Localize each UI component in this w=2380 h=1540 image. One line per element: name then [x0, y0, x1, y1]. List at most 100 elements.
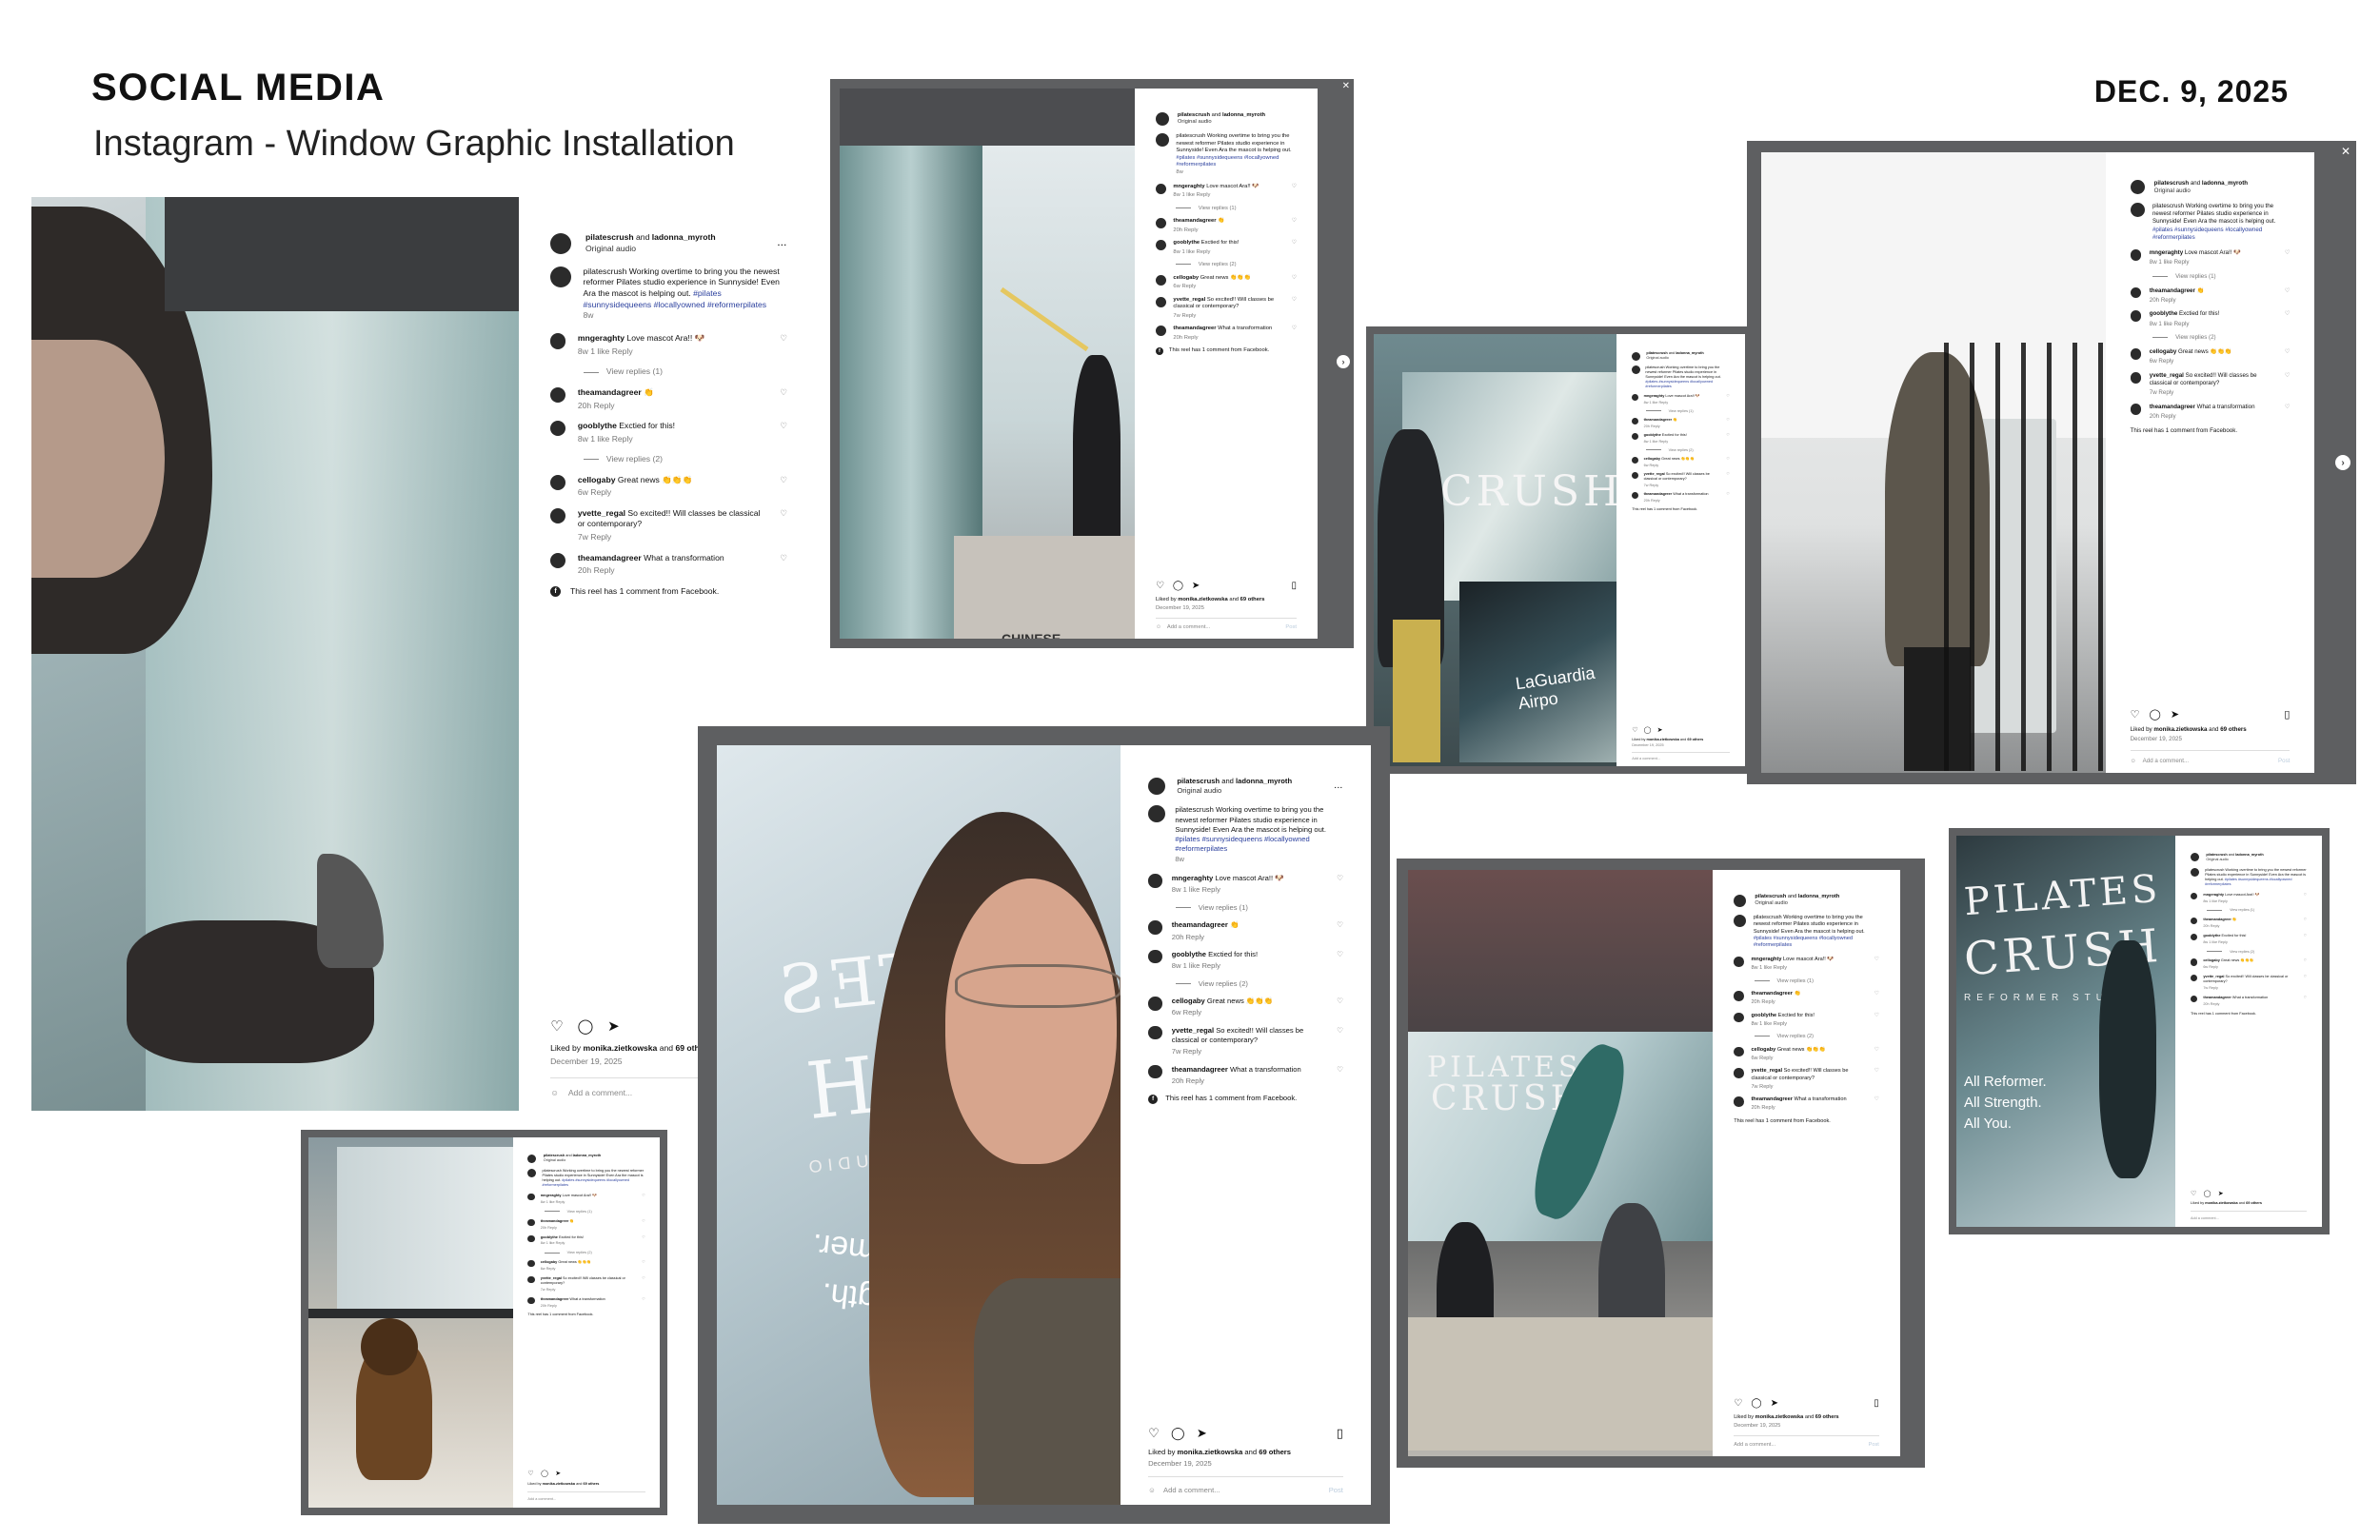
reply-button[interactable]: Reply [2209, 986, 2218, 990]
post-username[interactable]: pilatescrush [544, 1154, 565, 1157]
avatar[interactable] [1734, 957, 1744, 967]
reply-button[interactable]: Reply [1651, 424, 1660, 428]
comment-username[interactable]: theamandagreer [2203, 918, 2231, 921]
comment-likes[interactable]: 1 like [2158, 259, 2172, 266]
avatar[interactable] [2130, 310, 2142, 323]
reply-button[interactable]: Reply [1651, 499, 1660, 503]
comment-username[interactable]: theamandagreer [2150, 404, 2195, 410]
like-comment-heart-icon[interactable]: ♡ [2304, 996, 2307, 1000]
avatar[interactable] [1148, 1025, 1162, 1040]
reply-button[interactable]: Reply [1186, 1076, 1204, 1085]
avatar[interactable] [527, 1260, 535, 1268]
reply-button[interactable]: Reply [1650, 484, 1659, 487]
avatar[interactable] [527, 1296, 535, 1304]
avatar[interactable] [1148, 874, 1162, 888]
post-collab-username[interactable]: ladonna_myroth [1222, 112, 1265, 118]
comment-username[interactable]: theamandagreer [1172, 920, 1228, 929]
caption-hashtags[interactable]: #pilates #sunnysidequeens #locallyowned … [1176, 155, 1279, 168]
like-comment-heart-icon[interactable]: ♡ [1726, 418, 1729, 423]
like-comment-heart-icon[interactable]: ♡ [642, 1297, 645, 1302]
liked-by[interactable]: Liked by monika.zietkowska and 69 others [1148, 1448, 1343, 1457]
comment-username[interactable]: mngeraghty [1751, 957, 1781, 962]
reply-button[interactable]: Reply [2158, 358, 2173, 365]
bookmark-icon[interactable]: ▯ [1337, 1425, 1343, 1442]
comment-username[interactable]: cellogaby [2150, 348, 2177, 355]
comment-icon[interactable]: ◯ [541, 1470, 548, 1478]
like-comment-heart-icon[interactable]: ♡ [1337, 1065, 1343, 1075]
avatar[interactable] [527, 1275, 535, 1284]
comment-username[interactable]: mngeraghty [541, 1194, 562, 1197]
audio-label[interactable]: Original audio [2206, 858, 2263, 862]
comment-username[interactable]: cellogaby [578, 475, 616, 484]
audio-label[interactable]: Original audio [1646, 356, 1703, 361]
like-comment-heart-icon[interactable]: ♡ [642, 1219, 645, 1224]
post-button[interactable]: Post [2278, 758, 2290, 765]
more-options-icon[interactable]: ... [778, 238, 787, 249]
like-comment-heart-icon[interactable]: ♡ [1874, 1013, 1879, 1019]
view-replies-link[interactable]: View replies (1) [2207, 908, 2307, 913]
comment-username[interactable]: mngeraghty [1644, 394, 1665, 398]
add-comment-input[interactable]: Add a comment... [527, 1497, 556, 1502]
view-replies-link[interactable]: View replies (2) [1176, 979, 1343, 989]
reply-button[interactable]: Reply [546, 1288, 556, 1292]
comment-icon[interactable]: ◯ [1644, 726, 1652, 735]
reply-button[interactable]: Reply [2158, 389, 2173, 396]
comment-username[interactable]: yvette_regal [1173, 297, 1205, 303]
comment-likes[interactable]: 1 like [1181, 192, 1195, 198]
avatar[interactable] [2130, 371, 2142, 384]
avatar[interactable] [1156, 218, 1167, 229]
avatar[interactable] [2191, 933, 2198, 941]
like-comment-heart-icon[interactable]: ♡ [1337, 997, 1343, 1006]
comment-likes[interactable]: 1 like [1183, 961, 1200, 970]
reply-button[interactable]: Reply [1201, 885, 1220, 894]
comment-username[interactable]: gooblythe [1751, 1013, 1776, 1018]
view-replies-link[interactable]: View replies (2) [1646, 448, 1730, 453]
reply-button[interactable]: Reply [1774, 1021, 1787, 1027]
reply-button[interactable]: Reply [1183, 1008, 1201, 1017]
post-collab-username[interactable]: ladonna_myroth [1676, 351, 1704, 355]
view-replies-link[interactable]: View replies (1) [584, 366, 787, 378]
avatar[interactable] [550, 333, 566, 349]
reply-button[interactable]: Reply [2218, 899, 2228, 903]
avatar[interactable] [1156, 326, 1167, 337]
reply-button[interactable]: Reply [1184, 227, 1199, 233]
comment-username[interactable]: cellogaby [1172, 997, 1205, 1005]
heart-icon[interactable]: ♡ [1148, 1425, 1160, 1442]
like-comment-heart-icon[interactable]: ♡ [1292, 184, 1297, 191]
comment-likes[interactable]: 1 like [1759, 965, 1772, 971]
reply-button[interactable]: Reply [1197, 249, 1211, 255]
close-icon[interactable]: ✕ [1342, 81, 1350, 91]
like-comment-heart-icon[interactable]: ♡ [1726, 492, 1729, 497]
comment-username[interactable]: mngeraghty [578, 333, 625, 343]
caption-hashtags[interactable]: #pilates #sunnysidequeens #locallyowned … [1645, 380, 1713, 388]
avatar[interactable] [527, 1218, 535, 1226]
like-comment-heart-icon[interactable]: ♡ [780, 553, 787, 564]
more-options-icon[interactable]: ... [1335, 781, 1343, 791]
reply-button[interactable]: Reply [1759, 1084, 1773, 1090]
avatar[interactable] [527, 1194, 535, 1201]
view-replies-link[interactable]: View replies (1) [1176, 903, 1343, 913]
audio-label[interactable]: Original audio [2154, 188, 2248, 195]
like-comment-heart-icon[interactable]: ♡ [1726, 394, 1729, 399]
avatar[interactable] [1632, 432, 1639, 441]
add-comment-input[interactable]: Add a comment... [2191, 1216, 2219, 1221]
avatar[interactable] [2130, 249, 2142, 261]
comment-username[interactable]: yvette_regal [578, 508, 625, 518]
avatar[interactable] [1156, 183, 1167, 194]
heart-icon[interactable]: ♡ [2191, 1190, 2196, 1198]
like-comment-heart-icon[interactable]: ♡ [2304, 975, 2307, 979]
reply-button[interactable]: Reply [590, 532, 611, 542]
like-comment-heart-icon[interactable]: ♡ [2304, 918, 2307, 922]
avatar[interactable] [1734, 1096, 1744, 1107]
reply-button[interactable]: Reply [1201, 961, 1220, 970]
reply-button[interactable]: Reply [2161, 413, 2176, 420]
like-comment-heart-icon[interactable]: ♡ [1292, 240, 1297, 247]
view-replies-link[interactable]: View replies (1) [2152, 273, 2290, 281]
reply-button[interactable]: Reply [1183, 1047, 1201, 1056]
emoji-icon[interactable]: ☺ [1156, 624, 1161, 632]
like-comment-heart-icon[interactable]: ♡ [780, 508, 787, 520]
comment-username[interactable]: theamandagreer [541, 1297, 569, 1301]
comment-likes[interactable]: 1 like [1650, 401, 1658, 405]
post-collab-username[interactable]: ladonna_myroth [2235, 853, 2264, 857]
like-comment-heart-icon[interactable]: ♡ [780, 333, 787, 345]
